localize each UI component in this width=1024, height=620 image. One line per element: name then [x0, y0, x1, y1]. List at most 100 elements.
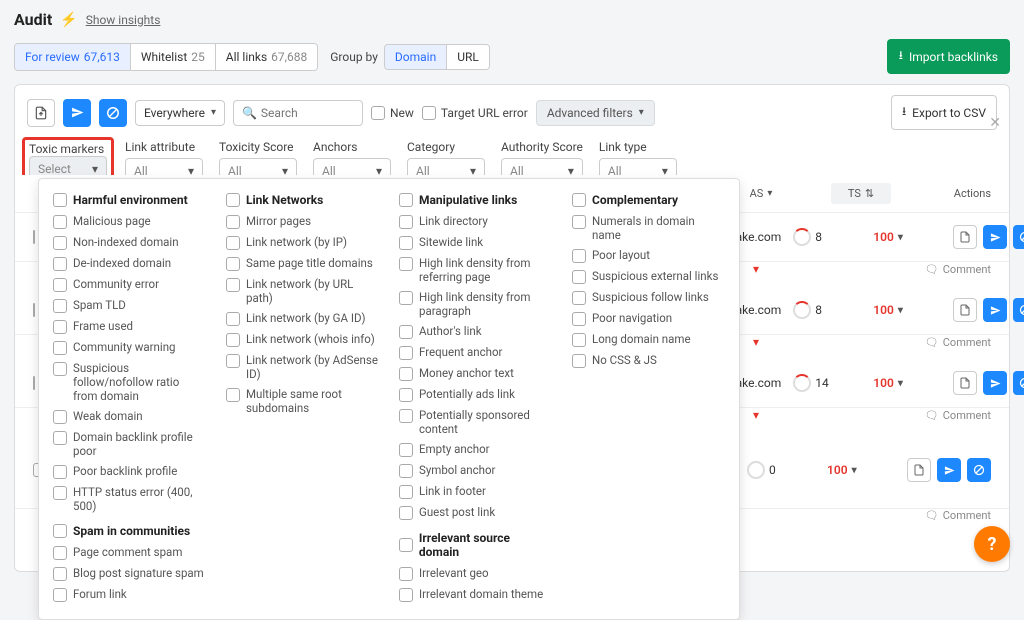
row-checkbox[interactable] [33, 230, 35, 244]
toxic-marker-option[interactable]: Spam TLD [53, 295, 206, 316]
toxic-marker-option[interactable]: Page comment spam [53, 542, 206, 563]
toxic-marker-option[interactable]: Link network (by URL path) [226, 274, 379, 308]
toxic-marker-option[interactable]: Potentially sponsored content [399, 405, 552, 439]
search-input[interactable] [261, 106, 354, 120]
toxic-marker-option[interactable]: De-indexed domain [53, 253, 206, 274]
row-send-button[interactable] [983, 298, 1007, 322]
row-doc-button[interactable] [953, 298, 977, 322]
toxic-marker-option[interactable]: Symbol anchor [399, 460, 552, 481]
toxic-marker-option[interactable]: Guest post link [399, 502, 552, 523]
toxic-marker-option[interactable]: Suspicious follow links [572, 287, 725, 308]
toxic-marker-option[interactable]: Link network (by GA ID) [226, 308, 379, 329]
toxic-marker-option[interactable]: Link in footer [399, 481, 552, 502]
group-by-url[interactable]: URL [447, 45, 489, 69]
toxic-marker-option[interactable]: Weak domain [53, 406, 206, 427]
toxic-marker-option[interactable]: Domain backlink profile poor [53, 427, 206, 461]
comment-button[interactable]: 🗨Comment [925, 335, 991, 349]
row-send-button[interactable] [937, 458, 961, 482]
row-block-button[interactable] [1013, 298, 1024, 322]
row-doc-button[interactable] [953, 225, 977, 249]
row-block-button[interactable] [1013, 225, 1024, 249]
export-csv-button[interactable]: ⭳ Export to CSV [891, 95, 997, 130]
toxic-marker-option[interactable]: Link network (whois info) [226, 329, 379, 350]
show-insights-link[interactable]: Show insights [86, 13, 161, 27]
toxic-marker-option[interactable]: Numerals in domain name [572, 211, 725, 245]
toxic-marker-option[interactable]: Suspicious external links [572, 266, 725, 287]
row-send-button[interactable] [983, 225, 1007, 249]
checkbox-icon [53, 236, 67, 250]
row-block-button[interactable] [1013, 371, 1024, 395]
toxic-marker-option[interactable]: Frequent anchor [399, 342, 552, 363]
compound-toggle[interactable]: ▾ [753, 335, 759, 349]
new-checkbox[interactable]: New [371, 106, 414, 120]
toxic-marker-option[interactable]: Frame used [53, 316, 206, 337]
group-spam-communities[interactable]: Spam in communities [53, 524, 206, 538]
col-header-as[interactable]: AS▾ [731, 187, 791, 200]
toxic-marker-option[interactable]: Irrelevant domain theme [399, 584, 552, 605]
toxic-marker-option[interactable]: Empty anchor [399, 439, 552, 460]
tab-whitelist[interactable]: Whitelist 25 [131, 44, 216, 70]
toxic-marker-option[interactable]: Non-indexed domain [53, 232, 206, 253]
comment-button[interactable]: 🗨Comment [925, 408, 991, 422]
target-url-error-checkbox[interactable]: Target URL error [422, 106, 528, 120]
toxic-marker-option[interactable]: Suspicious follow/nofollow ratio from do… [53, 358, 206, 406]
ts-cell[interactable]: 100▾ [827, 463, 877, 477]
import-backlinks-button[interactable]: ⭳ Import backlinks [887, 39, 1010, 74]
group-by-domain[interactable]: Domain [385, 45, 447, 69]
row-doc-button[interactable] [953, 371, 977, 395]
row-checkbox[interactable] [33, 376, 35, 390]
toxic-marker-option[interactable]: Author's link [399, 321, 552, 342]
group-manipulative-links[interactable]: Manipulative links [399, 193, 552, 207]
close-filters-button[interactable]: ✕ [989, 115, 1001, 131]
toxic-marker-option[interactable]: Money anchor text [399, 363, 552, 384]
comment-button[interactable]: 🗨Comment [925, 509, 991, 522]
ts-cell[interactable]: 100▾ [873, 303, 923, 317]
toxic-marker-option[interactable]: Potentially ads link [399, 384, 552, 405]
toxic-marker-option[interactable]: Multiple same root subdomains [226, 384, 379, 418]
export-file-button[interactable] [27, 99, 55, 127]
scope-dropdown[interactable]: Everywhere ▾ [135, 100, 225, 126]
toxic-marker-option[interactable]: Link network (by AdSense ID) [226, 350, 379, 384]
toxic-marker-option[interactable]: Link network (by IP) [226, 232, 379, 253]
search-box[interactable]: 🔍 [233, 100, 363, 126]
toxic-marker-option[interactable]: Mirror pages [226, 211, 379, 232]
comment-button[interactable]: 🗨Comment [925, 262, 991, 276]
toxic-marker-option[interactable]: Poor navigation [572, 308, 725, 329]
group-link-networks[interactable]: Link Networks [226, 193, 379, 207]
toxic-marker-option[interactable]: Poor layout [572, 245, 725, 266]
block-button[interactable] [99, 99, 127, 127]
group-irrelevant-source[interactable]: Irrelevant source domain [399, 531, 552, 559]
toxic-marker-option[interactable]: Forum link [53, 584, 206, 605]
toxic-marker-option[interactable]: Community error [53, 274, 206, 295]
comment-label: Comment [943, 263, 991, 276]
ts-cell[interactable]: 100▾ [873, 230, 923, 244]
row-doc-button[interactable] [907, 458, 931, 482]
row-checkbox[interactable] [33, 303, 35, 317]
toxic-marker-option[interactable]: Long domain name [572, 329, 725, 350]
col-header-ts[interactable]: TS⇅ [831, 183, 891, 204]
toxic-marker-option[interactable]: High link density from paragraph [399, 287, 552, 321]
help-fab-button[interactable]: ? [974, 526, 1010, 562]
advanced-filters-button[interactable]: Advanced filters ▾ [536, 100, 655, 126]
toxic-marker-option[interactable]: Irrelevant geo [399, 563, 552, 584]
group-complementary[interactable]: Complementary [572, 193, 725, 207]
tab-all-links[interactable]: All links 67,688 [216, 44, 317, 70]
toxic-marker-option[interactable]: Poor backlink profile [53, 461, 206, 482]
row-send-button[interactable] [983, 371, 1007, 395]
toxic-marker-option[interactable]: High link density from referring page [399, 253, 552, 287]
compound-toggle[interactable]: ▾ [753, 408, 759, 422]
ts-cell[interactable]: 100▾ [873, 376, 923, 390]
toxic-marker-option[interactable]: Blog post signature spam [53, 563, 206, 584]
row-block-button[interactable] [967, 458, 991, 482]
toxic-marker-option[interactable]: Same page title domains [226, 253, 379, 274]
toxic-marker-option[interactable]: No CSS & JS [572, 350, 725, 371]
toxic-marker-option[interactable]: Link directory [399, 211, 552, 232]
toxic-marker-option[interactable]: Malicious page [53, 211, 206, 232]
toxic-marker-option[interactable]: HTTP status error (400, 500) [53, 482, 206, 516]
tab-for-review[interactable]: For review 67,613 [15, 44, 131, 70]
toxic-marker-option[interactable]: Sitewide link [399, 232, 552, 253]
toxic-marker-option[interactable]: Community warning [53, 337, 206, 358]
compound-toggle[interactable]: ▾ [753, 262, 759, 276]
send-button[interactable] [63, 99, 91, 127]
group-harmful-environment[interactable]: Harmful environment [53, 193, 206, 207]
